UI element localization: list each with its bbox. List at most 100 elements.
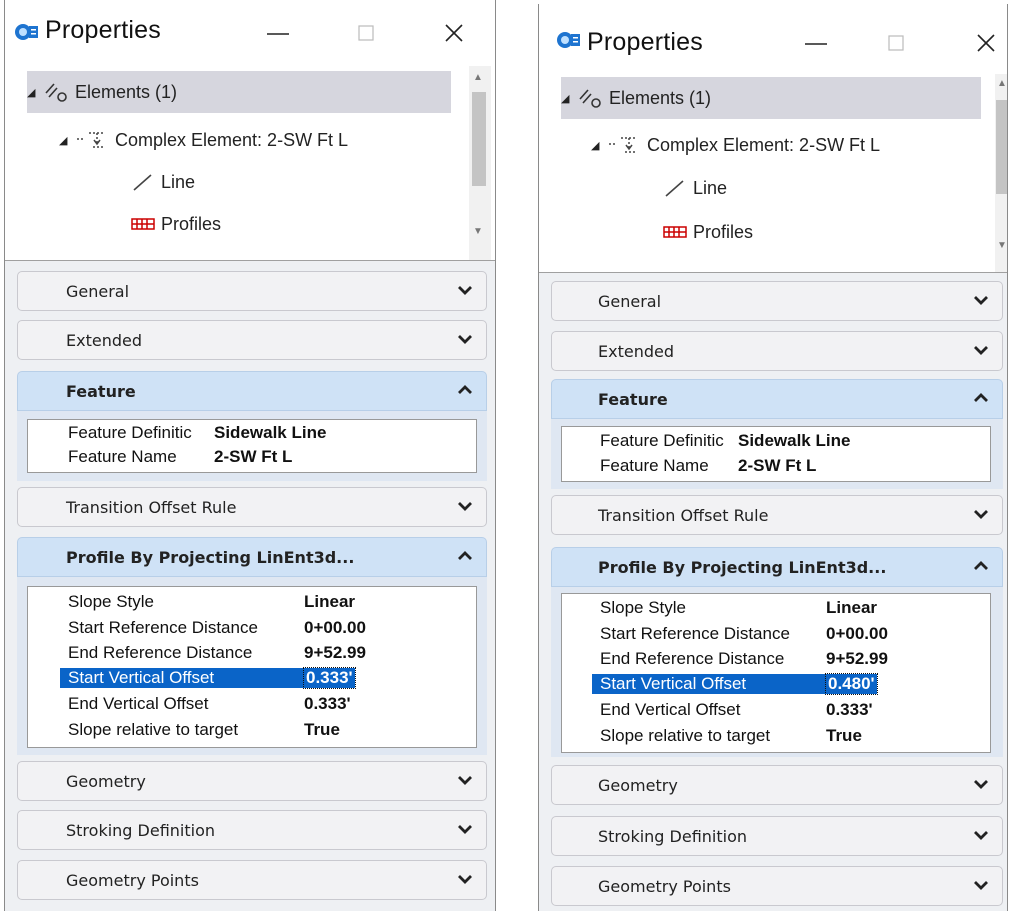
section-stroking-definition[interactable]: Stroking Definition bbox=[551, 816, 1003, 856]
property-value[interactable]: True bbox=[826, 726, 862, 746]
chevron-down-icon[interactable] bbox=[456, 771, 474, 789]
chevron-down-icon[interactable] bbox=[456, 281, 474, 299]
chevron-up-icon[interactable] bbox=[456, 381, 474, 399]
property-value[interactable]: Sidewalk Line bbox=[214, 423, 326, 443]
section-stroking-definition[interactable]: Stroking Definition bbox=[17, 810, 487, 850]
chevron-down-icon[interactable] bbox=[972, 876, 990, 894]
start-vertical-offset-input[interactable]: 0.333' bbox=[303, 667, 356, 689]
chevron-down-icon[interactable] bbox=[456, 497, 474, 515]
tree-item-label: Complex Element: 2-SW Ft L bbox=[115, 129, 349, 150]
profile-property-grid: Slope Style Linear Start Reference Dista… bbox=[27, 586, 477, 748]
chevron-down-icon[interactable] bbox=[456, 870, 474, 888]
property-row-selected[interactable]: Start Vertical Offset 0.333' bbox=[28, 667, 476, 692]
tree-item-profiles[interactable]: Profiles bbox=[131, 203, 221, 245]
collapse-triangle-icon[interactable]: ◢ bbox=[27, 86, 43, 99]
chevron-down-icon[interactable] bbox=[972, 291, 990, 309]
property-row[interactable]: Feature Definitic Sidewalk Line bbox=[28, 423, 476, 445]
scroll-up-icon[interactable]: ▲ bbox=[997, 78, 1007, 89]
property-row[interactable]: Slope relative to target True bbox=[562, 726, 990, 750]
property-value[interactable]: Sidewalk Line bbox=[738, 431, 850, 451]
start-vertical-offset-input[interactable]: 0.480' bbox=[825, 673, 878, 695]
close-icon[interactable] bbox=[439, 18, 469, 48]
property-value[interactable]: 2-SW Ft L bbox=[214, 447, 292, 467]
scrollbar-thumb[interactable] bbox=[996, 100, 1007, 194]
property-row[interactable]: Feature Definitic Sidewalk Line bbox=[562, 431, 990, 453]
property-row[interactable]: Feature Name 2-SW Ft L bbox=[562, 456, 990, 478]
section-transition-offset-rule[interactable]: Transition Offset Rule bbox=[551, 495, 1003, 535]
section-profile-by-projecting[interactable]: Profile By Projecting LinEnt3d... bbox=[17, 537, 487, 577]
section-extended[interactable]: Extended bbox=[17, 320, 487, 360]
collapse-triangle-icon[interactable]: ◢ bbox=[59, 134, 75, 147]
property-row[interactable]: Slope Style Linear bbox=[562, 598, 990, 622]
tree-item-line[interactable]: Line bbox=[131, 161, 195, 203]
property-value[interactable]: 9+52.99 bbox=[826, 649, 888, 669]
section-extended[interactable]: Extended bbox=[551, 331, 1003, 371]
chevron-down-icon[interactable] bbox=[456, 330, 474, 348]
chevron-up-icon[interactable] bbox=[972, 389, 990, 407]
maximize-icon[interactable] bbox=[351, 18, 381, 48]
property-value[interactable]: 0.333' bbox=[826, 700, 873, 720]
property-row[interactable]: End Reference Distance 9+52.99 bbox=[28, 643, 476, 667]
property-row[interactable]: End Vertical Offset 0.333' bbox=[28, 694, 476, 718]
tree-scrollbar[interactable]: ▲ ▼ bbox=[995, 74, 1007, 272]
property-value[interactable]: 9+52.99 bbox=[304, 643, 366, 663]
chevron-down-icon[interactable] bbox=[972, 775, 990, 793]
tree-item-line[interactable]: Line bbox=[663, 167, 727, 209]
section-general[interactable]: General bbox=[17, 271, 487, 311]
property-row[interactable]: Start Reference Distance 0+00.00 bbox=[28, 618, 476, 642]
collapse-triangle-icon[interactable]: ◢ bbox=[561, 92, 577, 105]
property-sections: General Extended Feature Feature Definit… bbox=[5, 261, 495, 911]
section-feature[interactable]: Feature bbox=[17, 371, 487, 411]
property-value[interactable]: Linear bbox=[826, 598, 877, 618]
property-row[interactable]: End Vertical Offset 0.333' bbox=[562, 700, 990, 724]
title-bar[interactable]: Properties bbox=[5, 0, 495, 66]
property-value[interactable]: Linear bbox=[304, 592, 355, 612]
minimize-icon[interactable] bbox=[801, 28, 831, 58]
property-row[interactable]: Slope Style Linear bbox=[28, 592, 476, 616]
scroll-down-icon[interactable]: ▼ bbox=[997, 240, 1007, 251]
scroll-up-icon[interactable]: ▲ bbox=[473, 72, 483, 83]
close-icon[interactable] bbox=[971, 28, 1001, 58]
property-row-selected[interactable]: Start Vertical Offset 0.480' bbox=[562, 673, 990, 698]
chevron-down-icon[interactable] bbox=[972, 826, 990, 844]
chevron-down-icon[interactable] bbox=[972, 341, 990, 359]
property-value[interactable]: True bbox=[304, 720, 340, 740]
property-row[interactable]: Slope relative to target True bbox=[28, 720, 476, 744]
property-value[interactable]: 0+00.00 bbox=[304, 618, 366, 638]
section-feature[interactable]: Feature bbox=[551, 379, 1003, 419]
section-geometry[interactable]: Geometry bbox=[551, 765, 1003, 805]
section-label: General bbox=[66, 281, 130, 301]
collapse-triangle-icon[interactable]: ◢ bbox=[591, 139, 607, 152]
chevron-down-icon[interactable] bbox=[972, 505, 990, 523]
complex-element-icon bbox=[609, 137, 637, 153]
tree-item-complex-element[interactable]: ◢ Complex Element: 2-SW Ft L bbox=[59, 119, 348, 161]
tree-item-complex-element[interactable]: ◢ Complex Element: 2-SW Ft L bbox=[591, 124, 880, 166]
scroll-down-icon[interactable]: ▼ bbox=[473, 226, 483, 237]
property-row[interactable]: Feature Name 2-SW Ft L bbox=[28, 447, 476, 469]
chevron-up-icon[interactable] bbox=[972, 557, 990, 575]
maximize-icon[interactable] bbox=[881, 28, 911, 58]
property-value[interactable]: 2-SW Ft L bbox=[738, 456, 816, 476]
property-key: Slope relative to target bbox=[68, 720, 239, 739]
property-row[interactable]: Start Reference Distance 0+00.00 bbox=[562, 624, 990, 648]
chevron-down-icon[interactable] bbox=[456, 820, 474, 838]
feature-property-grid: Feature Definitic Sidewalk Line Feature … bbox=[561, 426, 991, 482]
section-geometry-points[interactable]: Geometry Points bbox=[17, 860, 487, 900]
minimize-icon[interactable] bbox=[263, 18, 293, 48]
section-geometry-points[interactable]: Geometry Points bbox=[551, 866, 1003, 906]
section-transition-offset-rule[interactable]: Transition Offset Rule bbox=[17, 487, 487, 527]
property-value[interactable]: 0.333' bbox=[304, 694, 351, 714]
section-geometry[interactable]: Geometry bbox=[17, 761, 487, 801]
property-key: Feature Definitic bbox=[68, 423, 192, 442]
section-profile-by-projecting[interactable]: Profile By Projecting LinEnt3d... bbox=[551, 547, 1003, 587]
section-general[interactable]: General bbox=[551, 281, 1003, 321]
chevron-up-icon[interactable] bbox=[456, 547, 474, 565]
scrollbar-thumb[interactable] bbox=[472, 92, 486, 186]
tree-item-elements[interactable]: ◢ Elements (1) bbox=[27, 71, 451, 113]
tree-scrollbar[interactable]: ▲ ▼ bbox=[469, 66, 491, 260]
tree-item-elements[interactable]: ◢ Elements (1) bbox=[561, 77, 981, 119]
title-bar[interactable]: Properties bbox=[539, 4, 1007, 70]
property-value[interactable]: 0+00.00 bbox=[826, 624, 888, 644]
property-row[interactable]: End Reference Distance 9+52.99 bbox=[562, 649, 990, 673]
tree-item-profiles[interactable]: Profiles bbox=[663, 211, 753, 253]
